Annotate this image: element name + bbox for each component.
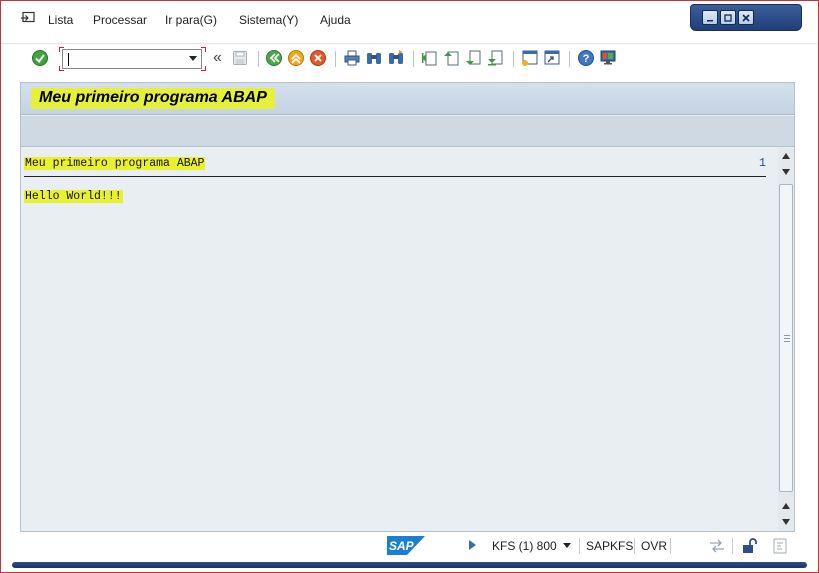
arrow-up-icon [782, 503, 790, 509]
collapse-toolbar-button[interactable]: « [213, 49, 222, 67]
enter-icon [32, 50, 48, 66]
insert-mode[interactable]: OVR [641, 539, 667, 553]
menu-processar[interactable]: Processar [93, 13, 147, 27]
chevron-down-icon[interactable] [189, 56, 197, 61]
svg-text:?: ? [583, 53, 590, 65]
menu-ir-para[interactable]: Ir para(G) [165, 13, 217, 27]
shortcut-icon [544, 50, 560, 65]
sap-logo: SAP [387, 536, 425, 555]
create-session-button[interactable] [521, 49, 539, 67]
help-icon: ? [578, 50, 594, 66]
shortcut-button[interactable] [543, 49, 561, 67]
lock-icon[interactable] [741, 537, 759, 555]
application-toolbar [21, 116, 794, 147]
back-icon [266, 50, 282, 66]
status-separator [732, 538, 733, 554]
status-separator [634, 538, 635, 554]
program-name: SAPKFS [586, 539, 634, 553]
close-button[interactable] [738, 10, 754, 25]
menu-ajuda[interactable]: Ajuda [320, 13, 351, 27]
list-output: Meu primeiro programa ABAP 1 Hello World… [21, 148, 778, 531]
page-title: Meu primeiro programa ABAP [31, 88, 275, 109]
minimize-button[interactable] [702, 10, 718, 25]
customize-layout-button[interactable] [599, 49, 617, 67]
maximize-button[interactable] [720, 10, 736, 25]
cancel-button[interactable] [309, 49, 327, 67]
print-button[interactable] [343, 49, 361, 67]
window-bottom-border [12, 562, 807, 568]
back-button[interactable] [265, 49, 283, 67]
close-icon [742, 13, 750, 22]
previous-page-button[interactable] [443, 49, 461, 67]
status-separator [579, 538, 580, 554]
toolbar-separator [569, 51, 570, 67]
arrow-up-icon [782, 153, 790, 159]
scroll-down-button[interactable] [780, 516, 792, 528]
system-info-dropdown-icon[interactable] [563, 543, 571, 548]
next-page-icon [466, 50, 481, 65]
command-input[interactable] [67, 51, 179, 67]
command-field-wrapper [59, 47, 206, 71]
list-header-underline [24, 176, 766, 177]
create-session-icon [522, 50, 538, 66]
grip-icon [784, 335, 790, 343]
svg-text:SAP: SAP [389, 539, 415, 553]
maximize-icon [724, 13, 732, 22]
previous-page-icon [444, 51, 459, 66]
connection-icon[interactable] [708, 537, 726, 555]
toolbar-separator [258, 51, 259, 67]
toolbar-separator [413, 51, 414, 67]
scroll-page-down-button[interactable] [780, 166, 792, 178]
menu-sistema[interactable]: Sistema(Y) [239, 13, 298, 27]
last-page-icon [488, 50, 503, 66]
toolbar-separator [513, 51, 514, 67]
system-info: KFS (1) 800 [492, 539, 557, 553]
print-icon [344, 50, 360, 66]
first-page-button[interactable] [421, 49, 439, 67]
command-field[interactable] [62, 49, 202, 69]
main-screen: Meu primeiro programa ABAP Meu primeiro … [20, 82, 795, 532]
menu-enter-icon[interactable] [20, 11, 36, 25]
next-page-button[interactable] [465, 49, 483, 67]
menu-lista[interactable]: Lista [48, 13, 73, 27]
vertical-scrollbar[interactable] [778, 148, 794, 531]
list-header-title: Meu primeiro programa ABAP [24, 157, 206, 170]
toolbar-separator [335, 51, 336, 67]
scroll-thumb[interactable] [779, 184, 793, 492]
find-button[interactable] [365, 49, 383, 67]
help-button[interactable]: ? [577, 49, 595, 67]
cancel-icon [310, 50, 326, 66]
arrow-down-icon [782, 169, 790, 175]
status-separator [670, 538, 671, 554]
enter-button[interactable] [31, 49, 49, 67]
save-icon [233, 51, 247, 65]
list-line[interactable]: Hello World!!! [24, 190, 123, 203]
save-button[interactable] [231, 49, 249, 67]
arrow-down-icon [782, 519, 790, 525]
last-page-button[interactable] [487, 49, 505, 67]
status-expand-icon[interactable] [469, 540, 476, 550]
window-controls [690, 4, 802, 31]
exit-icon [288, 50, 304, 66]
customize-layout-icon [600, 50, 616, 65]
list-page-number: 1 [759, 157, 766, 170]
find-icon [367, 53, 381, 64]
scroll-up-button[interactable] [780, 150, 792, 162]
first-page-icon [422, 51, 437, 66]
standard-toolbar: « ? [1, 43, 817, 75]
text-caret [68, 53, 69, 66]
status-bar: SAP KFS (1) 800 SAPKFS OVR [20, 534, 798, 558]
find-next-button[interactable] [387, 49, 405, 67]
find-next-icon [389, 50, 403, 64]
page-layout-icon[interactable] [771, 537, 789, 555]
minimize-icon [707, 19, 713, 21]
exit-button[interactable] [287, 49, 305, 67]
scroll-page-up-button[interactable] [780, 500, 792, 512]
title-bar: Meu primeiro programa ABAP [21, 83, 794, 115]
